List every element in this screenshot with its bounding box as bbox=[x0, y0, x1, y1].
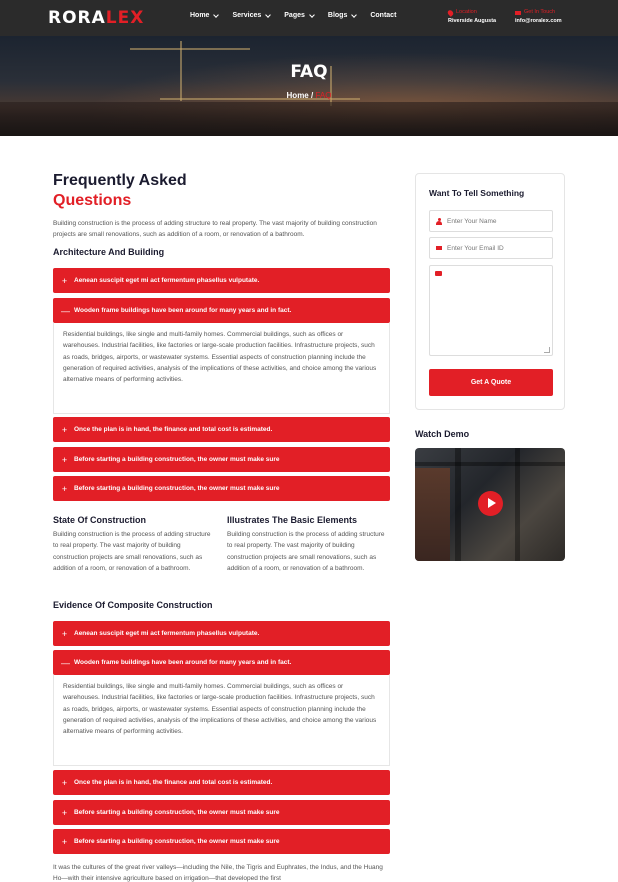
plus-icon: + bbox=[61, 454, 68, 465]
logo[interactable]: RORA LEX bbox=[48, 8, 144, 28]
faq-question-text: Wooden frame buildings have been around … bbox=[74, 307, 292, 314]
page-title: FAQ bbox=[290, 62, 328, 82]
faq-question-text: Once the plan is in hand, the finance an… bbox=[74, 426, 273, 433]
plus-icon: + bbox=[61, 836, 68, 847]
top-header: RORA LEX Home Services Pages Blogs Contac… bbox=[0, 0, 618, 36]
contact-label: Get In Touch bbox=[524, 9, 556, 15]
logo-text-part1: RORA bbox=[48, 8, 106, 28]
faq-question[interactable]: + Before starting a building construction… bbox=[53, 829, 390, 854]
subheading-architecture: Architecture And Building bbox=[53, 247, 165, 257]
faq-question-text: Before starting a building construction,… bbox=[74, 456, 280, 463]
plus-icon: + bbox=[61, 807, 68, 818]
column-text: Building construction is the process of … bbox=[53, 531, 211, 572]
nav-item-services[interactable]: Services bbox=[232, 11, 272, 19]
name-field[interactable]: Enter Your Name bbox=[429, 210, 553, 232]
chevron-down-icon bbox=[309, 11, 315, 18]
faq-question[interactable]: + Once the plan is in hand, the finance a… bbox=[53, 417, 390, 442]
logo-text-part2: LEX bbox=[105, 8, 145, 28]
faq-question-text: Before starting a building construction,… bbox=[74, 838, 280, 845]
page-banner: FAQ Home / FAQ bbox=[0, 36, 618, 136]
header-location: Location Riverside Augusta bbox=[446, 8, 497, 26]
email-placeholder: Enter Your Email ID bbox=[447, 244, 504, 252]
section-heading-line2: Questions bbox=[53, 192, 132, 209]
nav-label: Blogs bbox=[327, 12, 348, 19]
faq-question[interactable]: + Aenean suscipit eget mi act fermentum p… bbox=[53, 268, 390, 293]
form-title: Want To Tell Something bbox=[429, 188, 525, 198]
faq-answer: Residential buildings, like single and m… bbox=[53, 323, 390, 414]
nav-item-pages[interactable]: Pages bbox=[284, 11, 315, 19]
minus-icon: — bbox=[61, 305, 70, 316]
nav-item-blogs[interactable]: Blogs bbox=[327, 11, 358, 19]
column-title: State Of Construction bbox=[53, 515, 147, 525]
chevron-down-icon bbox=[351, 11, 358, 18]
breadcrumb-home[interactable]: Home bbox=[287, 91, 309, 100]
demo-video[interactable] bbox=[415, 448, 565, 561]
plus-icon: + bbox=[61, 275, 68, 286]
faq-question[interactable]: + Before starting a building construction… bbox=[53, 800, 390, 825]
banner-ground bbox=[0, 102, 618, 136]
info-column-elements: Illustrates The Basic Elements Building … bbox=[227, 515, 387, 574]
user-icon bbox=[436, 217, 442, 225]
header-contact: Get In Touch info@roralex.com bbox=[515, 8, 562, 26]
section-heading-line1: Frequently Asked bbox=[53, 172, 187, 189]
faq-question-open[interactable]: — Wooden frame buildings have been around… bbox=[53, 650, 390, 675]
nav-item-home[interactable]: Home bbox=[190, 11, 220, 19]
play-icon[interactable] bbox=[478, 491, 503, 516]
faq-answer: Residential buildings, like single and m… bbox=[53, 675, 390, 766]
column-text: Building construction is the process of … bbox=[227, 531, 385, 572]
plus-icon: + bbox=[61, 777, 68, 788]
get-quote-button[interactable]: Get A Quote bbox=[429, 369, 553, 396]
faq-question[interactable]: + Once the plan is in hand, the finance a… bbox=[53, 770, 390, 795]
watch-demo-title: Watch Demo bbox=[415, 429, 470, 439]
faq-question-text: Aenean suscipit eget mi act fermentum ph… bbox=[74, 630, 260, 637]
breadcrumb-current: FAQ bbox=[315, 91, 332, 100]
crane-jib bbox=[130, 48, 250, 50]
video-backdrop-beam bbox=[415, 462, 565, 466]
contact-email[interactable]: info@roralex.com bbox=[515, 17, 562, 26]
plus-icon: + bbox=[61, 483, 68, 494]
location-pin-icon bbox=[446, 8, 455, 17]
email-field[interactable]: Enter Your Email ID bbox=[429, 237, 553, 259]
faq-question-text: Wooden frame buildings have been around … bbox=[74, 659, 292, 666]
chevron-down-icon bbox=[265, 11, 272, 18]
nav-label: Contact bbox=[370, 12, 397, 19]
plus-icon: + bbox=[61, 628, 68, 639]
contact-form-card: Want To Tell Something Enter Your Name E… bbox=[415, 173, 565, 410]
resize-handle[interactable] bbox=[544, 347, 550, 353]
message-icon bbox=[435, 271, 442, 276]
nav-label: Services bbox=[232, 12, 262, 19]
main-nav: Home Services Pages Blogs Contact bbox=[190, 11, 396, 19]
info-column-state: State Of Construction Building construct… bbox=[53, 515, 213, 574]
faq-question-text: Before starting a building construction,… bbox=[74, 485, 280, 492]
plus-icon: + bbox=[61, 424, 68, 435]
faq-question[interactable]: + Before starting a building construction… bbox=[53, 447, 390, 472]
chevron-down-icon bbox=[213, 11, 220, 18]
message-field[interactable] bbox=[429, 265, 553, 356]
minus-icon: — bbox=[61, 657, 70, 668]
faq-question-open[interactable]: — Wooden frame buildings have been around… bbox=[53, 298, 390, 323]
location-value: Riverside Augusta bbox=[448, 18, 497, 24]
faq-question[interactable]: + Aenean suscipit eget mi act fermentum p… bbox=[53, 621, 390, 646]
faq-question-text: Once the plan is in hand, the finance an… bbox=[74, 779, 273, 786]
breadcrumb: Home / FAQ bbox=[0, 91, 618, 100]
column-title: Illustrates The Basic Elements bbox=[227, 515, 358, 525]
envelope-icon bbox=[436, 246, 442, 250]
nav-label: Pages bbox=[284, 12, 305, 19]
faq-question-text: Aenean suscipit eget mi act fermentum ph… bbox=[74, 277, 260, 284]
name-placeholder: Enter Your Name bbox=[447, 217, 497, 225]
faq-question-text: Before starting a building construction,… bbox=[74, 809, 280, 816]
intro-text: Building construction is the process of … bbox=[53, 220, 377, 238]
location-label: Location bbox=[456, 9, 477, 15]
nav-label: Home bbox=[190, 12, 210, 19]
envelope-icon bbox=[515, 10, 521, 15]
video-backdrop-wall bbox=[415, 468, 450, 561]
nav-item-contact[interactable]: Contact bbox=[370, 12, 396, 19]
subheading-composite: Evidence Of Composite Construction bbox=[53, 600, 213, 610]
faq-question[interactable]: + Before starting a building construction… bbox=[53, 476, 390, 501]
closing-paragraph: It was the cultures of the great river v… bbox=[53, 864, 383, 882]
